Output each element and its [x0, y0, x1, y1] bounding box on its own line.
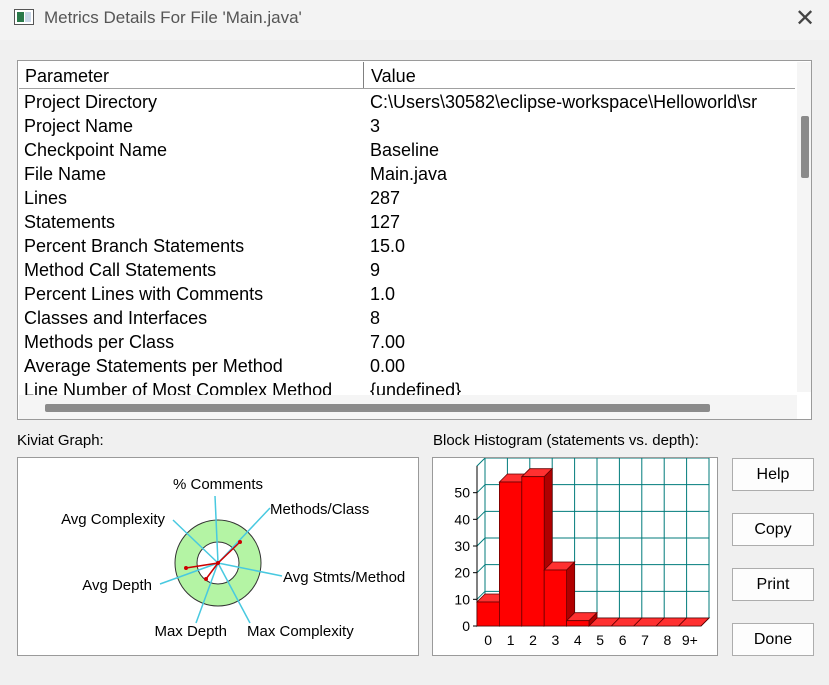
- column-header-parameter[interactable]: Parameter: [19, 62, 364, 88]
- parameter-cell: File Name: [24, 164, 107, 184]
- block-histogram-label: Block Histogram (statements vs. depth):: [433, 432, 699, 449]
- value-cell: 15.0: [370, 236, 406, 256]
- histogram-bar-front: [566, 620, 590, 627]
- value-cell: Main.java: [370, 164, 448, 184]
- histogram-bar-front: [499, 481, 523, 627]
- histogram-y-tick-label: 10: [454, 591, 470, 607]
- kiviat-label-avg-stmts: Avg Stmts/Method: [283, 569, 405, 586]
- histogram-x-tick-label: 1: [507, 632, 515, 648]
- parameter-cell: Method Call Statements: [24, 260, 217, 280]
- histogram-x-tick-label: 8: [664, 632, 672, 648]
- table-row[interactable]: Methods per Class 7.00: [19, 330, 795, 354]
- value-cell: {undefined}: [370, 380, 462, 395]
- table-row[interactable]: File Name Main.java: [19, 162, 795, 186]
- parameter-cell: Statements: [24, 212, 116, 232]
- help-button[interactable]: Help: [732, 458, 814, 491]
- histogram-y-tick-label: 40: [454, 511, 470, 527]
- parameter-cell: Classes and Interfaces: [24, 308, 208, 328]
- table-header: Parameter Value: [19, 62, 795, 89]
- parameter-cell: Lines: [24, 188, 68, 208]
- value-cell: 8: [370, 308, 381, 328]
- window-title: Metrics Details For File 'Main.java': [44, 8, 302, 27]
- histogram-bar-front: [543, 569, 567, 627]
- kiviat-label-avg-depth: Avg Depth: [82, 577, 152, 594]
- histogram-x-tick-label: 6: [619, 632, 627, 648]
- value-cell: C:\Users\30582\eclipse-workspace\Hellowo…: [370, 92, 758, 112]
- histogram-x-tick-label: 3: [552, 632, 560, 648]
- kiviat-graph-label: Kiviat Graph:: [17, 432, 104, 449]
- kiviat-label-methods-class: Methods/Class: [270, 501, 369, 518]
- histogram-x-tick-label: 0: [484, 632, 492, 648]
- histogram-bar: [543, 561, 576, 627]
- parameter-cell: Checkpoint Name: [24, 140, 168, 160]
- histogram-gridline-side: [476, 564, 486, 574]
- kiviat-label-avg-complexity: Avg Complexity: [61, 511, 165, 528]
- parameter-cell: Methods per Class: [24, 332, 175, 352]
- histogram-x-tick-label: 5: [596, 632, 604, 648]
- copy-button[interactable]: Copy: [732, 513, 814, 546]
- close-icon[interactable]: ✕: [790, 6, 820, 34]
- horizontal-scrollbar-thumb[interactable]: [45, 404, 710, 412]
- parameter-cell: Project Name: [24, 116, 134, 136]
- table-row[interactable]: Method Call Statements 9: [19, 258, 795, 282]
- histogram-y-tick-label: 30: [454, 538, 470, 554]
- value-cell: 287: [370, 188, 401, 208]
- kiviat-label-max-depth: Max Depth: [154, 623, 227, 640]
- table-row[interactable]: Project Directory C:\Users\30582\eclipse-…: [19, 90, 795, 114]
- histogram-x-tick-label: 7: [641, 632, 649, 648]
- histogram-x-tick-label: 9+: [682, 632, 698, 648]
- value-cell: 127: [370, 212, 401, 232]
- parameter-cell: Project Directory: [24, 92, 158, 112]
- table-row[interactable]: Project Name 3: [19, 114, 795, 138]
- table-row[interactable]: Classes and Interfaces 8: [19, 306, 795, 330]
- column-header-value[interactable]: Value: [365, 62, 795, 88]
- kiviat-label-comments: % Comments: [173, 476, 263, 493]
- kiviat-label-max-complexity: Max Complexity: [247, 623, 354, 640]
- table-body: Project Directory C:\Users\30582\eclipse-…: [19, 90, 795, 395]
- kiviat-graph: % Comments Methods/Class Avg Stmts/Metho…: [61, 476, 405, 640]
- histogram-bar-front: [521, 476, 545, 627]
- histogram-gridline-side: [476, 484, 486, 494]
- parameter-cell: Percent Branch Statements: [24, 236, 245, 256]
- histogram-gridline-side: [476, 537, 486, 547]
- parameter-cell: Percent Lines with Comments: [24, 284, 264, 304]
- value-cell: Baseline: [370, 140, 440, 160]
- kiviat-point: [238, 540, 242, 544]
- app-window-icon: [14, 9, 34, 25]
- block-histogram-panel: 0 10 20 30 40 50 0 1 2 3 4 5 6 7 8 9+: [432, 456, 718, 656]
- value-cell: 7.00: [370, 332, 406, 352]
- histogram-gridline-side: [476, 510, 486, 520]
- histogram-x-tick-label: 4: [574, 632, 582, 648]
- value-cell: 1.0: [370, 284, 396, 304]
- kiviat-point: [184, 566, 188, 570]
- table-row[interactable]: Line Number of Most Complex Method {undef…: [19, 378, 795, 395]
- print-button[interactable]: Print: [732, 568, 814, 601]
- vertical-scrollbar[interactable]: [797, 62, 811, 392]
- block-histogram-chart: 010203040500 1 2 3 4 5 6 7 8 9+: [454, 456, 711, 648]
- parameter-cell: Average Statements per Method: [24, 356, 283, 376]
- histogram-x-tick-label: 2: [529, 632, 537, 648]
- histogram-bar-front: [476, 601, 500, 627]
- histogram-y-tick-label: 50: [454, 485, 470, 501]
- parameter-cell: Line Number of Most Complex Method: [24, 380, 333, 395]
- kiviat-point: [204, 577, 208, 581]
- histogram-y-tick-label: 20: [454, 565, 470, 581]
- table-row[interactable]: Statements 127: [19, 210, 795, 234]
- table-row[interactable]: Lines 287: [19, 186, 795, 210]
- done-button[interactable]: Done: [732, 623, 814, 656]
- value-cell: 0.00: [370, 356, 406, 376]
- kiviat-point: [216, 561, 220, 565]
- kiviat-graph-panel: % Comments Methods/Class Avg Stmts/Metho…: [17, 457, 419, 656]
- table-row[interactable]: Percent Branch Statements 15.0: [19, 234, 795, 258]
- table-row[interactable]: Checkpoint Name Baseline: [19, 138, 795, 162]
- histogram-y-tick-label: 0: [462, 618, 470, 634]
- table-row[interactable]: Percent Lines with Comments 1.0: [19, 282, 795, 306]
- value-cell: 3: [370, 116, 381, 136]
- metrics-table: Parameter Value Project Directory C:\User…: [17, 60, 812, 420]
- vertical-scrollbar-thumb[interactable]: [801, 116, 809, 178]
- value-cell: 9: [370, 260, 381, 280]
- table-row[interactable]: Average Statements per Method 0.00: [19, 354, 795, 378]
